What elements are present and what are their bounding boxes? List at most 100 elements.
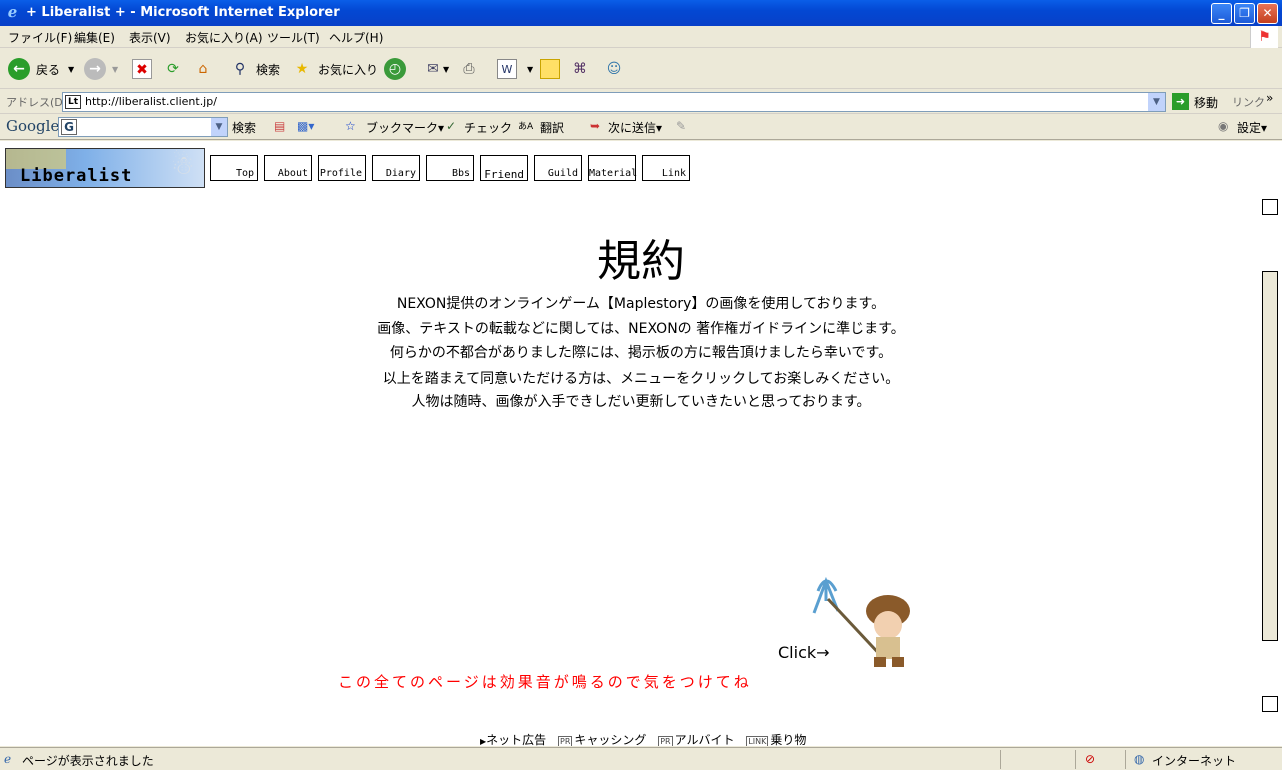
google-search-button[interactable]: 検索 — [232, 119, 256, 136]
research-icon: ⌘ — [573, 61, 587, 77]
menu-edit[interactable]: 編集(E) — [74, 29, 115, 46]
note-icon — [540, 59, 560, 79]
popup-blocked-icon[interactable]: ⊘ — [1085, 752, 1095, 766]
pagerank-icon[interactable]: ▤ — [274, 119, 285, 133]
menu-view[interactable]: 表示(V) — [129, 29, 171, 46]
popup-blocker-icon[interactable]: ▩▾ — [297, 119, 314, 133]
back-dropdown-icon[interactable]: ▼ — [68, 65, 74, 74]
send-to-icon: ➥ — [590, 119, 601, 133]
highlight-icon[interactable]: ✎ — [676, 119, 686, 133]
favorites-star-icon: ★ — [295, 61, 309, 77]
settings-button[interactable]: 設定▾ — [1237, 119, 1267, 136]
menu-tools[interactable]: ツール(T) — [267, 29, 320, 46]
discuss-button[interactable] — [540, 57, 560, 81]
mail-icon: ✉ — [427, 61, 439, 77]
google-search-dropdown-icon[interactable]: ▼ — [211, 118, 227, 136]
print-icon: ⎙ — [463, 61, 475, 77]
nav-about[interactable]: About — [264, 155, 312, 181]
google-g-icon: G — [61, 119, 77, 135]
address-label: アドレス(D) — [6, 96, 68, 109]
research-button[interactable]: ⌘ — [570, 57, 590, 81]
translate-icon: あA — [518, 122, 534, 132]
mail-dropdown-icon[interactable]: ▼ — [443, 65, 449, 74]
go-button[interactable]: 移動 — [1194, 94, 1218, 111]
favicon: Lt — [65, 95, 81, 109]
nav-friend[interactable]: Friend — [480, 155, 528, 181]
google-search-input[interactable]: G ▼ — [58, 117, 228, 137]
forward-button[interactable]: → ▼ — [84, 57, 118, 81]
forward-arrow-icon: → — [84, 58, 106, 80]
nav-bbs[interactable]: Bbs — [426, 155, 474, 181]
search-icon: ⚲ — [234, 61, 246, 77]
favorites-button[interactable]: ★ お気に入り — [292, 57, 378, 81]
home-icon: ⌂ — [198, 61, 208, 77]
logo-character-icon: ☃ — [171, 151, 195, 181]
nav-guild[interactable]: Guild — [534, 155, 582, 181]
home-button[interactable]: ⌂ — [193, 57, 213, 81]
stop-button[interactable]: ✖ — [132, 57, 152, 81]
nav-profile[interactable]: Profile — [318, 155, 366, 181]
google-toolbar: Google G ▼ 検索 ▤ ▩▾ ☆ ブックマーク▾ ✓ チェック あA 翻… — [0, 115, 1282, 140]
click-hint: Click→ — [778, 643, 830, 662]
terms-line-5: 人物は随時、画像が入手できしだい更新していきたいと思っております。 — [411, 394, 871, 410]
window-title: + Liberalist + - Microsoft Internet Expl… — [26, 5, 340, 20]
address-input[interactable]: Lt http://liberalist.client.jp/ ▼ — [62, 92, 1166, 112]
menu-bar: ファイル(F) 編集(E) 表示(V) お気に入り(A) ツール(T) ヘルプ(… — [0, 26, 1282, 48]
mail-button[interactable]: ✉ ▼ — [423, 57, 449, 81]
scroll-down-button[interactable] — [1262, 696, 1278, 712]
zone-label: インターネット — [1152, 754, 1237, 768]
links-chevron-icon[interactable]: » — [1266, 91, 1273, 105]
word-icon: W — [497, 59, 517, 79]
page-content: Liberalist ☃ Top About Profile Diary Bbs… — [0, 141, 1262, 746]
edit-dropdown-icon[interactable]: ▼ — [527, 65, 533, 74]
history-button[interactable]: ◴ — [384, 57, 406, 81]
messenger-button[interactable]: ☺ — [604, 57, 624, 81]
title-bar[interactable]: ℯ + Liberalist + - Microsoft Internet Ex… — [0, 0, 1282, 26]
windows-logo-icon: ⚑ — [1250, 26, 1278, 48]
bookmarks-button[interactable]: ブックマーク▾ — [366, 119, 444, 136]
status-divider — [1075, 750, 1076, 769]
nav-diary[interactable]: Diary — [372, 155, 420, 181]
check-button[interactable]: チェック — [464, 119, 512, 136]
nav-material[interactable]: Material — [588, 155, 637, 181]
menu-file[interactable]: ファイル(F) — [8, 29, 72, 46]
minimize-button[interactable]: _ — [1211, 3, 1232, 24]
back-button[interactable]: ← 戻る ▼ — [8, 57, 74, 81]
favorites-label: お気に入り — [318, 62, 379, 77]
menu-help[interactable]: ヘルプ(H) — [329, 29, 383, 46]
ad-link-net[interactable]: ネット広告 — [486, 733, 546, 746]
nav-top[interactable]: Top — [210, 155, 258, 181]
status-divider — [1125, 750, 1126, 769]
ad-link-job[interactable]: アルバイト — [675, 733, 735, 746]
ad-pr-badge-1: PR — [558, 736, 573, 746]
send-to-button[interactable]: 次に送信▾ — [608, 119, 662, 136]
edit-button[interactable]: W ▼ — [497, 57, 533, 81]
ad-link-cashing[interactable]: キャッシング — [574, 733, 646, 746]
status-divider — [1000, 750, 1001, 769]
print-button[interactable]: ⎙ — [459, 57, 479, 81]
close-button[interactable]: ✕ — [1257, 3, 1278, 24]
site-logo[interactable]: Liberalist ☃ — [5, 148, 205, 188]
translate-button[interactable]: 翻訳 — [540, 119, 564, 136]
menu-favorites[interactable]: お気に入り(A) — [185, 29, 263, 46]
links-label[interactable]: リンク — [1232, 94, 1265, 110]
vertical-scrollbar[interactable] — [1262, 141, 1282, 746]
search-button[interactable]: ⚲ 検索 — [230, 57, 280, 81]
ad-links: ▶ネット広告 PR キャッシング PR アルバイト LINK 乗り物 — [480, 731, 806, 746]
internet-globe-icon: ◍ — [1134, 752, 1145, 766]
status-bar: ℯ ページが表示されました ⊘ ◍ インターネット — [0, 747, 1282, 770]
address-dropdown-icon[interactable]: ▼ — [1148, 93, 1165, 111]
scroll-thumb[interactable] — [1262, 271, 1278, 641]
stop-icon: ✖ — [132, 59, 152, 79]
refresh-button[interactable]: ⟳ — [163, 57, 183, 81]
go-arrow-icon[interactable]: ➜ — [1172, 93, 1189, 110]
restore-button[interactable]: ❐ — [1234, 3, 1255, 24]
scroll-up-button[interactable] — [1262, 199, 1278, 215]
google-logo[interactable]: Google — [6, 117, 59, 135]
nav-link[interactable]: Link — [642, 155, 690, 181]
address-bar: アドレス(D) Lt http://liberalist.client.jp/ … — [0, 90, 1282, 114]
spellcheck-icon: ✓ — [446, 119, 457, 133]
ie-icon: ℯ — [7, 3, 18, 21]
ad-link-vehicle[interactable]: 乗り物 — [770, 733, 806, 746]
refresh-icon: ⟳ — [167, 61, 179, 77]
